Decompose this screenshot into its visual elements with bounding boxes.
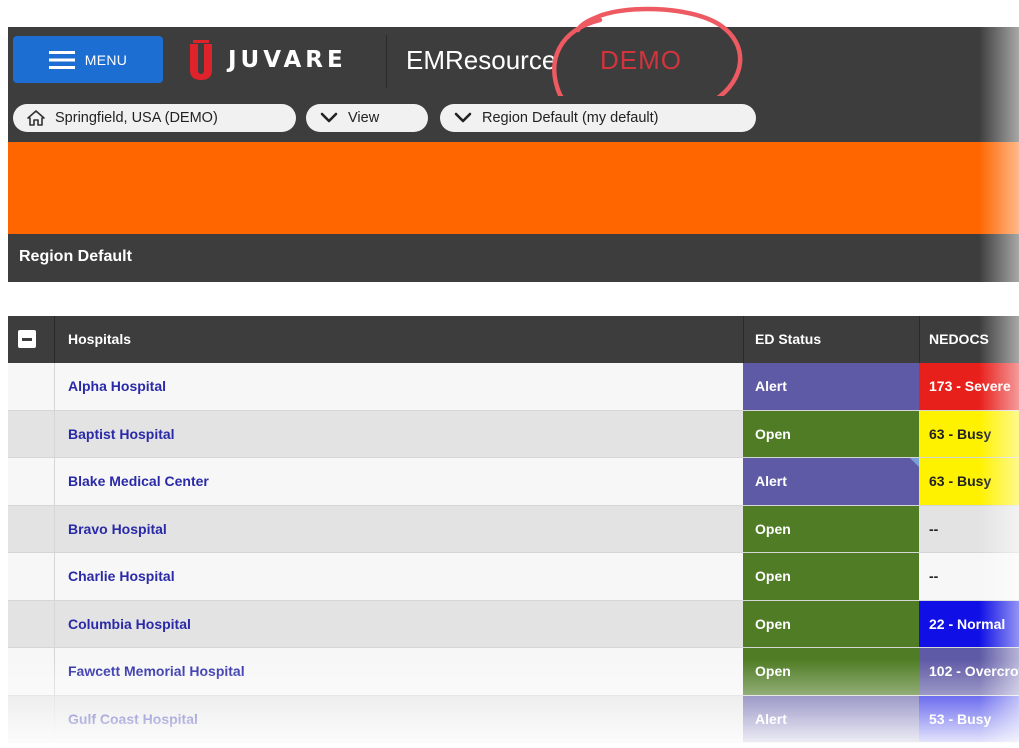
juvare-shield-icon <box>190 40 212 80</box>
ed-status-value: Alert <box>755 710 787 727</box>
table-body: Alpha Hospital Alert 173 - Severe Baptist H… <box>8 363 1019 743</box>
ed-status-value: Open <box>755 568 791 584</box>
view-dropdown[interactable]: View <box>306 104 428 132</box>
hospital-name-link[interactable]: Columbia Hospital <box>68 616 191 632</box>
row-select-cell[interactable] <box>8 363 55 410</box>
hospital-name-link[interactable]: Alpha Hospital <box>68 378 166 394</box>
table-row: Blake Medical Center Alert 63 - Busy <box>8 458 1019 506</box>
ed-status-cell[interactable]: Open <box>743 553 919 600</box>
row-select-cell[interactable] <box>8 648 55 695</box>
breadcrumb-bar: Springfield, USA (DEMO) View Region Defa… <box>8 96 1019 142</box>
ed-status-value: Open <box>755 663 791 679</box>
nedocs-value: 173 - Severe <box>929 378 1011 394</box>
app-title: EMResource <box>406 45 557 75</box>
ed-status-cell[interactable]: Alert <box>743 458 919 505</box>
nedocs-cell[interactable]: 102 - Overcrowded <box>919 648 1019 695</box>
hospitals-table: Hospitals ED Status NEDOCS Alpha Hospita… <box>8 316 1019 743</box>
nedocs-value: 102 - Overcrowded <box>929 663 1019 679</box>
region-view-label: Region Default (my default) <box>482 110 659 126</box>
brand-name: JUVARE <box>228 47 347 73</box>
ed-status-value: Alert <box>755 378 787 394</box>
ed-status-cell[interactable]: Alert <box>743 363 919 410</box>
table-row: Bravo Hospital Open -- <box>8 505 1019 553</box>
region-title-bar: Region Default <box>8 234 1019 282</box>
hospital-name-link[interactable]: Baptist Hospital <box>68 426 175 442</box>
ed-status-value: Open <box>755 615 791 632</box>
table-row: Fawcett Memorial Hospital Open 102 - Overc… <box>8 648 1019 696</box>
chevron-down-icon <box>454 112 472 123</box>
menu-button[interactable]: MENU <box>13 36 163 83</box>
column-header-hospitals[interactable]: Hospitals <box>68 331 131 347</box>
hamburger-icon <box>48 50 75 69</box>
ed-status-cell[interactable]: Open <box>743 505 919 552</box>
row-select-cell[interactable] <box>8 458 55 505</box>
nedocs-value: -- <box>929 568 939 584</box>
nedocs-cell[interactable]: 53 - Busy <box>919 695 1019 742</box>
row-select-cell[interactable] <box>8 410 55 457</box>
nedocs-value: 22 - Normal <box>929 615 1006 632</box>
row-select-cell[interactable] <box>8 600 55 647</box>
chevron-down-icon <box>320 112 338 123</box>
location-label: Springfield, USA (DEMO) <box>55 110 218 126</box>
emresource-window: MENU JUVARE EMResource DEMO Springfield,… <box>0 0 1019 748</box>
hospital-name-link[interactable]: Blake Medical Center <box>68 473 209 489</box>
header-divider <box>54 316 55 363</box>
hospital-name-link[interactable]: Bravo Hospital <box>68 521 167 537</box>
region-banner <box>8 142 1019 234</box>
collapse-toggle[interactable] <box>18 330 36 348</box>
view-label: View <box>348 110 380 126</box>
row-select-cell[interactable] <box>8 695 55 742</box>
comment-indicator-icon <box>910 458 919 467</box>
juvare-logo: JUVARE <box>188 40 347 80</box>
column-header-ed-status[interactable]: ED Status <box>755 331 821 347</box>
ed-status-cell[interactable]: Open <box>743 648 919 695</box>
table-row: Gulf Coast Hospital Alert 53 - Busy <box>8 695 1019 743</box>
nedocs-cell[interactable]: -- <box>919 553 1019 600</box>
header-divider <box>743 316 744 363</box>
nedocs-cell[interactable]: 63 - Busy <box>919 458 1019 505</box>
ed-status-value: Open <box>755 425 791 442</box>
nedocs-value: 63 - Busy <box>929 473 992 489</box>
table-row: Baptist Hospital Open 63 - Busy <box>8 410 1019 458</box>
table-row: Alpha Hospital Alert 173 - Severe <box>8 363 1019 411</box>
row-select-cell[interactable] <box>8 553 55 600</box>
table-row: Charlie Hospital Open -- <box>8 553 1019 601</box>
nedocs-value: 53 - Busy <box>929 710 992 727</box>
nedocs-cell[interactable]: 173 - Severe <box>919 363 1019 410</box>
nedocs-cell[interactable]: -- <box>919 506 1019 553</box>
menu-label: MENU <box>84 51 128 68</box>
top-header-bar: MENU JUVARE EMResource DEMO <box>8 27 1019 96</box>
table-row: Columbia Hospital Open 22 - Normal <box>8 600 1019 648</box>
hospital-name-link[interactable]: Gulf Coast Hospital <box>68 711 198 727</box>
header-divider <box>919 316 920 363</box>
row-select-cell[interactable] <box>8 505 55 552</box>
region-title: Region Default <box>19 248 132 265</box>
nedocs-value: 63 - Busy <box>929 425 992 442</box>
column-header-nedocs[interactable]: NEDOCS <box>929 331 989 347</box>
nedocs-cell[interactable]: 63 - Busy <box>919 410 1019 457</box>
ed-status-cell[interactable]: Open <box>743 600 919 647</box>
hospital-name-link[interactable]: Charlie Hospital <box>68 568 175 584</box>
table-header: Hospitals ED Status NEDOCS <box>8 316 1019 363</box>
ed-status-value: Open <box>755 520 791 537</box>
header-divider <box>386 35 387 88</box>
ed-status-value: Alert <box>755 473 787 489</box>
location-breadcrumb[interactable]: Springfield, USA (DEMO) <box>13 104 296 132</box>
nedocs-cell[interactable]: 22 - Normal <box>919 600 1019 647</box>
hospital-name-link[interactable]: Fawcett Memorial Hospital <box>68 663 245 679</box>
ed-status-cell[interactable]: Open <box>743 410 919 457</box>
home-icon <box>27 110 45 126</box>
region-view-dropdown[interactable]: Region Default (my default) <box>440 104 756 132</box>
ed-status-cell[interactable]: Alert <box>743 695 919 742</box>
nedocs-value: -- <box>929 520 939 537</box>
